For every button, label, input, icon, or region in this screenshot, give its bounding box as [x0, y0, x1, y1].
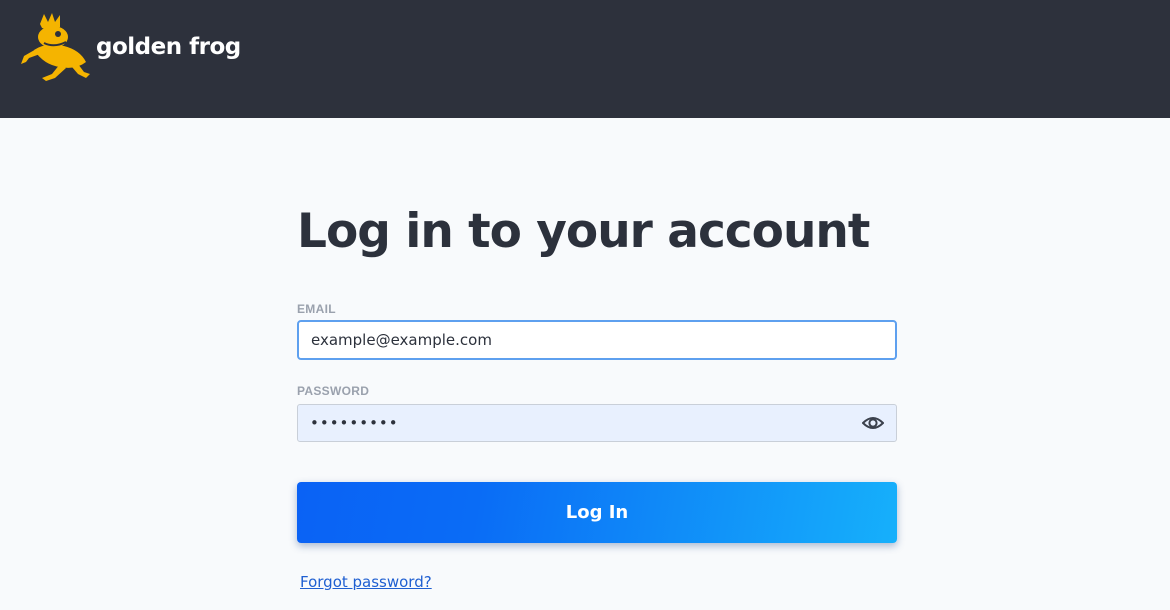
- password-input[interactable]: [298, 405, 848, 441]
- email-input[interactable]: [297, 320, 897, 360]
- top-bar: golden frog: [0, 0, 1170, 118]
- password-field: [297, 404, 897, 442]
- email-label: EMAIL: [297, 302, 336, 316]
- golden-frog-icon: [21, 13, 90, 81]
- password-label: PASSWORD: [297, 384, 370, 398]
- login-button[interactable]: Log In: [297, 482, 897, 543]
- page-title: Log in to your account: [297, 204, 870, 259]
- logo-text: golden frog: [96, 33, 241, 60]
- show-password-button[interactable]: [862, 414, 884, 432]
- logo-link[interactable]: golden frog: [20, 12, 241, 82]
- forgot-password-link[interactable]: Forgot password?: [300, 573, 432, 591]
- eye-icon: [862, 417, 884, 429]
